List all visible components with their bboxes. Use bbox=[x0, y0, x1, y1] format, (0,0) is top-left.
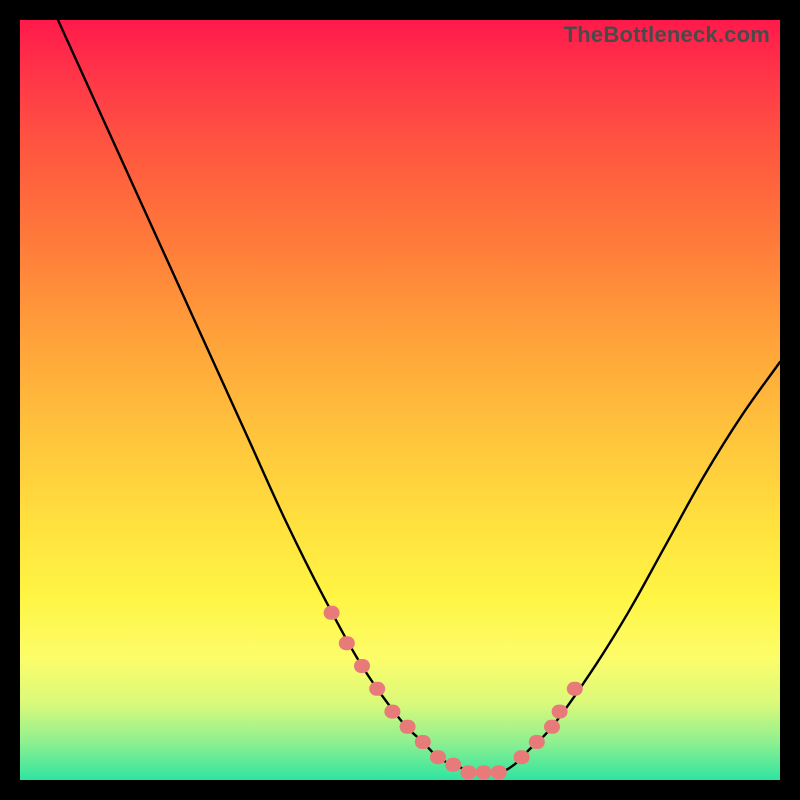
curve-marker bbox=[324, 606, 340, 620]
curve-marker bbox=[476, 765, 492, 779]
curve-marker bbox=[369, 682, 385, 696]
curve-marker bbox=[567, 682, 583, 696]
marker-group bbox=[324, 606, 583, 780]
curve-marker bbox=[460, 765, 476, 779]
bottleneck-curve-path bbox=[58, 20, 780, 773]
chart-svg bbox=[20, 20, 780, 780]
curve-marker bbox=[544, 720, 560, 734]
curve-marker bbox=[415, 735, 431, 749]
curve-marker bbox=[354, 659, 370, 673]
curve-marker bbox=[430, 750, 446, 764]
watermark-text: TheBottleneck.com bbox=[564, 22, 770, 48]
curve-marker bbox=[339, 636, 355, 650]
curve-marker bbox=[384, 705, 400, 719]
curve-marker bbox=[491, 765, 507, 779]
chart-plot-area: TheBottleneck.com bbox=[20, 20, 780, 780]
curve-marker bbox=[514, 750, 530, 764]
curve-marker bbox=[552, 705, 568, 719]
curve-marker bbox=[445, 758, 461, 772]
curve-marker bbox=[400, 720, 416, 734]
curve-marker bbox=[529, 735, 545, 749]
